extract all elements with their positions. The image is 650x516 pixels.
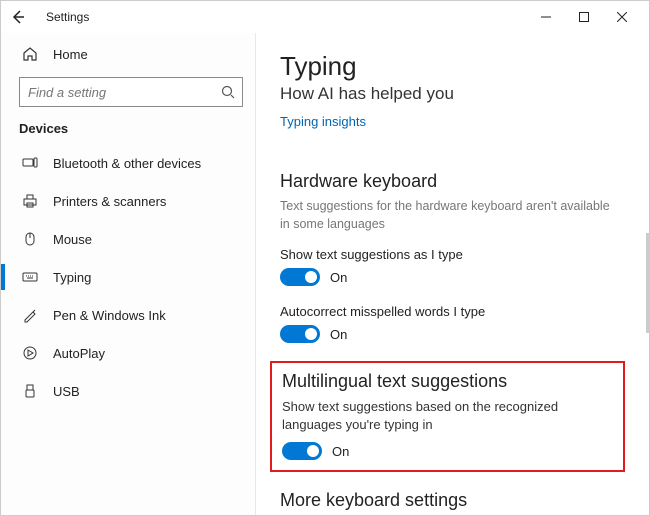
- pen-icon: [21, 306, 39, 324]
- page-title: Typing: [280, 51, 625, 82]
- hardware-keyboard-heading: Hardware keyboard: [280, 171, 625, 192]
- autoplay-icon: [21, 344, 39, 362]
- sidebar-home-label: Home: [53, 47, 88, 62]
- more-keyboard-heading: More keyboard settings: [280, 490, 625, 511]
- sidebar-item-printers[interactable]: Printers & scanners: [1, 182, 255, 220]
- search-input[interactable]: [19, 77, 243, 107]
- suggestions-label: Show text suggestions as I type: [280, 247, 625, 262]
- home-icon: [21, 45, 39, 63]
- maximize-button[interactable]: [565, 3, 603, 31]
- suggestions-state: On: [330, 270, 347, 285]
- search-icon: [221, 85, 235, 99]
- sidebar-item-label: USB: [53, 384, 80, 399]
- close-icon: [617, 12, 627, 22]
- back-button[interactable]: [4, 3, 32, 31]
- page-subtitle: How AI has helped you: [280, 84, 625, 104]
- sidebar-item-label: Printers & scanners: [53, 194, 166, 209]
- sidebar-section-label: Devices: [1, 117, 255, 144]
- content-area: Typing How AI has helped you Typing insi…: [256, 33, 649, 515]
- sidebar-item-usb[interactable]: USB: [1, 372, 255, 410]
- sidebar-item-label: Typing: [53, 270, 91, 285]
- devices-icon: [21, 154, 39, 172]
- sidebar-home[interactable]: Home: [1, 37, 255, 71]
- sidebar-item-label: Pen & Windows Ink: [53, 308, 166, 323]
- multilingual-desc: Show text suggestions based on the recog…: [282, 398, 613, 434]
- titlebar: Settings: [1, 1, 649, 33]
- keyboard-icon: [21, 268, 39, 286]
- typing-insights-link[interactable]: Typing insights: [280, 114, 366, 129]
- search-container: [19, 77, 243, 107]
- multilingual-state: On: [332, 444, 349, 459]
- printer-icon: [21, 192, 39, 210]
- window-title: Settings: [46, 10, 89, 24]
- mouse-icon: [21, 230, 39, 248]
- multilingual-heading: Multilingual text suggestions: [282, 371, 613, 392]
- scrollbar[interactable]: [646, 233, 649, 333]
- autocorrect-label: Autocorrect misspelled words I type: [280, 304, 625, 319]
- autocorrect-state: On: [330, 327, 347, 342]
- hardware-keyboard-desc: Text suggestions for the hardware keyboa…: [280, 198, 620, 233]
- sidebar-item-pen[interactable]: Pen & Windows Ink: [1, 296, 255, 334]
- sidebar-item-label: Bluetooth & other devices: [53, 156, 201, 171]
- sidebar-item-autoplay[interactable]: AutoPlay: [1, 334, 255, 372]
- minimize-icon: [541, 12, 551, 22]
- multilingual-highlight: Multilingual text suggestions Show text …: [270, 361, 625, 472]
- minimize-button[interactable]: [527, 3, 565, 31]
- suggestions-toggle[interactable]: [280, 268, 320, 286]
- arrow-left-icon: [11, 10, 25, 24]
- autocorrect-toggle[interactable]: [280, 325, 320, 343]
- maximize-icon: [579, 12, 589, 22]
- sidebar: Home Devices Bluetooth & other devices P…: [1, 33, 256, 515]
- sidebar-item-label: Mouse: [53, 232, 92, 247]
- sidebar-item-bluetooth[interactable]: Bluetooth & other devices: [1, 144, 255, 182]
- sidebar-item-label: AutoPlay: [53, 346, 105, 361]
- sidebar-item-typing[interactable]: Typing: [1, 258, 255, 296]
- close-button[interactable]: [603, 3, 641, 31]
- multilingual-toggle[interactable]: [282, 442, 322, 460]
- sidebar-item-mouse[interactable]: Mouse: [1, 220, 255, 258]
- usb-icon: [21, 382, 39, 400]
